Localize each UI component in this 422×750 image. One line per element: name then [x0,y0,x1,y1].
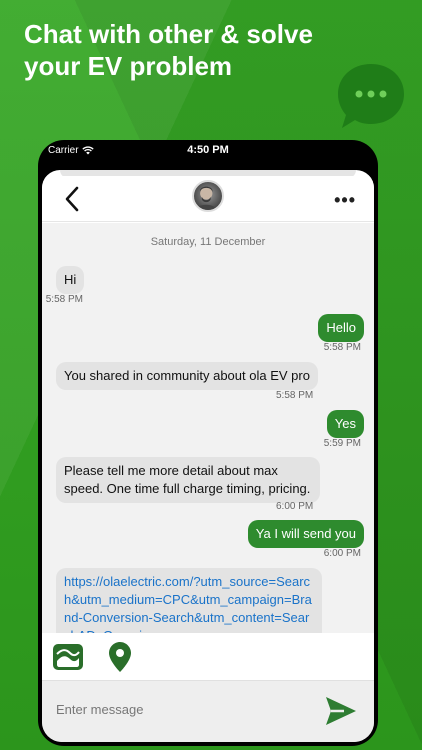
chat-screen: ••• Saturday, 11 December Hi 5:58 PM Hel… [42,170,374,742]
avatar[interactable] [192,180,224,212]
message-list[interactable]: Saturday, 11 December Hi 5:58 PM Hello 5… [42,223,374,633]
link-message-bubble[interactable]: https://olaelectric.com/?utm_source=Sear… [56,568,322,633]
send-icon[interactable] [324,694,358,728]
message-time: 6:00 PM [276,501,314,512]
avatar-image [195,186,217,210]
date-separator: Saturday, 11 December [150,236,266,248]
message-bubble[interactable]: Please tell me more detail about max spe… [56,457,320,503]
message-bubble[interactable]: Yes [326,410,364,438]
gallery-icon[interactable] [52,643,84,671]
message-link[interactable]: https://olaelectric.com/?utm_source=Sear… [64,574,312,633]
message-time: 6:00 PM [323,548,361,559]
status-time: 4:50 PM [187,144,229,156]
chevron-left-icon[interactable] [62,184,82,214]
composer [42,680,374,742]
message-bubble[interactable]: Hello [318,314,364,342]
message-time: 5:58 PM [276,390,314,401]
chat-header: ••• [42,176,374,222]
chat-bubble-icon [338,64,404,128]
more-icon[interactable]: ••• [334,190,356,211]
message-time: 5:58 PM [45,294,83,305]
message-input[interactable] [56,697,296,721]
message-bubble[interactable]: You shared in community about ola EV pro [56,362,318,390]
location-pin-icon[interactable] [108,641,132,673]
message-time: 5:59 PM [323,438,361,449]
promo-headline: Chat with other & solve your EV problem [24,19,313,81]
status-bar: Carrier 4:50 PM [38,140,378,160]
message-bubble[interactable]: Ya I will send you [247,520,364,548]
attachment-toolbar [42,633,374,675]
message-bubble[interactable]: Hi [56,266,85,294]
phone-frame: Carrier 4:50 PM ••• Saturday, 11 Decembe… [38,140,378,746]
message-time: 5:58 PM [323,342,361,353]
